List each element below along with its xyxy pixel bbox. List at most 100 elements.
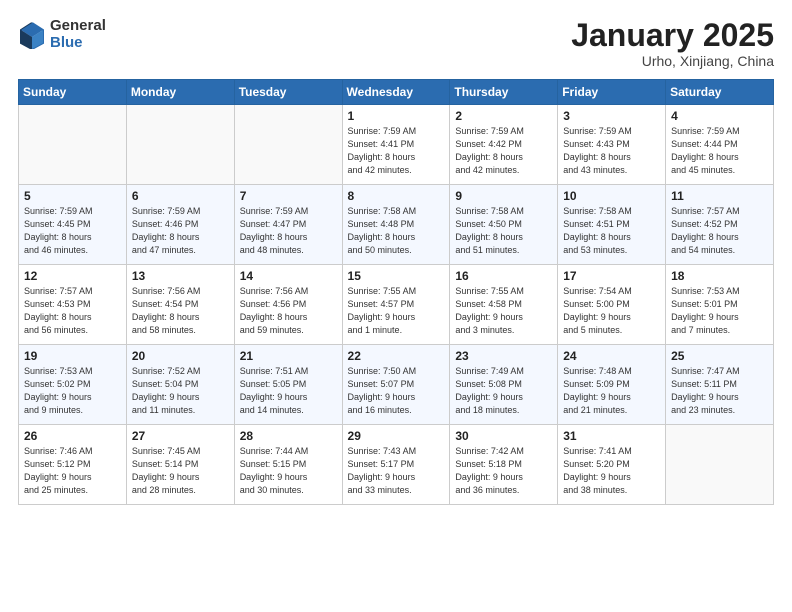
day-number: 30 [455,429,552,443]
day-number: 12 [24,269,121,283]
calendar-day-11: 11Sunrise: 7:57 AM Sunset: 4:52 PM Dayli… [666,185,774,265]
day-info: Sunrise: 7:59 AM Sunset: 4:45 PM Dayligh… [24,205,121,257]
day-number: 15 [348,269,445,283]
day-info: Sunrise: 7:55 AM Sunset: 4:58 PM Dayligh… [455,285,552,337]
logo-icon [18,21,46,49]
title-block: January 2025 Urho, Xinjiang, China [571,18,774,69]
day-number: 3 [563,109,660,123]
day-info: Sunrise: 7:43 AM Sunset: 5:17 PM Dayligh… [348,445,445,497]
day-number: 20 [132,349,229,363]
day-number: 19 [24,349,121,363]
weekday-header-row: SundayMondayTuesdayWednesdayThursdayFrid… [19,80,774,105]
calendar-day-6: 6 Sunrise: 7:59 AM Sunset: 4:46 PM Daylig… [126,185,234,265]
calendar-day-23: 23 Sunrise: 7:49 AM Sunset: 5:08 PM Dayli… [450,345,558,425]
day-info: Sunrise: 7:58 AM Sunset: 4:50 PM Dayligh… [455,205,552,257]
day-number: 5 [24,189,121,203]
day-number: 29 [348,429,445,443]
location: Urho, Xinjiang, China [571,53,774,69]
calendar-day-19: 19 Sunrise: 7:53 AM Sunset: 5:02 PM Dayli… [19,345,127,425]
calendar-day-24: 24Sunrise: 7:48 AM Sunset: 5:09 PM Dayli… [558,345,666,425]
day-info: Sunrise: 7:57 AM Sunset: 4:53 PM Dayligh… [24,285,121,337]
day-number: 1 [348,109,445,123]
calendar-day-27: 27Sunrise: 7:45 AM Sunset: 5:14 PM Dayli… [126,425,234,505]
day-number: 18 [671,269,768,283]
day-number: 10 [563,189,660,203]
calendar-week-row: 5 Sunrise: 7:59 AM Sunset: 4:45 PM Daylig… [19,185,774,265]
calendar-week-row: 26Sunrise: 7:46 AM Sunset: 5:12 PM Dayli… [19,425,774,505]
weekday-header-monday: Monday [126,80,234,105]
calendar-day-4: 4 Sunrise: 7:59 AM Sunset: 4:44 PM Daylig… [666,105,774,185]
calendar-week-row: 19 Sunrise: 7:53 AM Sunset: 5:02 PM Dayli… [19,345,774,425]
calendar-day-22: 22Sunrise: 7:50 AM Sunset: 5:07 PM Dayli… [342,345,450,425]
day-number: 23 [455,349,552,363]
month-title: January 2025 [571,18,774,53]
calendar-day-21: 21Sunrise: 7:51 AM Sunset: 5:05 PM Dayli… [234,345,342,425]
day-number: 17 [563,269,660,283]
day-info: Sunrise: 7:49 AM Sunset: 5:08 PM Dayligh… [455,365,552,417]
day-number: 28 [240,429,337,443]
calendar-day-empty [126,105,234,185]
day-number: 13 [132,269,229,283]
day-number: 9 [455,189,552,203]
day-number: 31 [563,429,660,443]
day-info: Sunrise: 7:59 AM Sunset: 4:44 PM Dayligh… [671,125,768,177]
calendar-day-12: 12 Sunrise: 7:57 AM Sunset: 4:53 PM Dayli… [19,265,127,345]
page-header: General Blue January 2025 Urho, Xinjiang… [18,18,774,69]
day-number: 4 [671,109,768,123]
calendar-day-18: 18 Sunrise: 7:53 AM Sunset: 5:01 PM Dayli… [666,265,774,345]
weekday-header-friday: Friday [558,80,666,105]
calendar-day-13: 13 Sunrise: 7:56 AM Sunset: 4:54 PM Dayli… [126,265,234,345]
logo: General Blue [18,18,106,51]
day-info: Sunrise: 7:51 AM Sunset: 5:05 PM Dayligh… [240,365,337,417]
day-number: 26 [24,429,121,443]
calendar-day-15: 15 Sunrise: 7:55 AM Sunset: 4:57 PM Dayli… [342,265,450,345]
logo-blue: Blue [50,35,106,52]
day-info: Sunrise: 7:57 AM Sunset: 4:52 PM Dayligh… [671,205,768,257]
day-number: 7 [240,189,337,203]
day-number: 8 [348,189,445,203]
day-info: Sunrise: 7:47 AM Sunset: 5:11 PM Dayligh… [671,365,768,417]
weekday-header-tuesday: Tuesday [234,80,342,105]
day-info: Sunrise: 7:58 AM Sunset: 4:48 PM Dayligh… [348,205,445,257]
day-info: Sunrise: 7:48 AM Sunset: 5:09 PM Dayligh… [563,365,660,417]
day-info: Sunrise: 7:56 AM Sunset: 4:54 PM Dayligh… [132,285,229,337]
day-info: Sunrise: 7:53 AM Sunset: 5:02 PM Dayligh… [24,365,121,417]
logo-text: General Blue [50,18,106,51]
calendar-day-empty [234,105,342,185]
calendar-day-8: 8 Sunrise: 7:58 AM Sunset: 4:48 PM Daylig… [342,185,450,265]
day-info: Sunrise: 7:56 AM Sunset: 4:56 PM Dayligh… [240,285,337,337]
calendar-day-14: 14Sunrise: 7:56 AM Sunset: 4:56 PM Dayli… [234,265,342,345]
calendar-day-empty [19,105,127,185]
calendar-day-25: 25Sunrise: 7:47 AM Sunset: 5:11 PM Dayli… [666,345,774,425]
day-info: Sunrise: 7:59 AM Sunset: 4:47 PM Dayligh… [240,205,337,257]
day-info: Sunrise: 7:53 AM Sunset: 5:01 PM Dayligh… [671,285,768,337]
calendar-day-3: 3Sunrise: 7:59 AM Sunset: 4:43 PM Daylig… [558,105,666,185]
calendar-day-17: 17 Sunrise: 7:54 AM Sunset: 5:00 PM Dayli… [558,265,666,345]
day-info: Sunrise: 7:59 AM Sunset: 4:42 PM Dayligh… [455,125,552,177]
day-info: Sunrise: 7:42 AM Sunset: 5:18 PM Dayligh… [455,445,552,497]
calendar-day-10: 10 Sunrise: 7:58 AM Sunset: 4:51 PM Dayli… [558,185,666,265]
calendar-day-30: 30 Sunrise: 7:42 AM Sunset: 5:18 PM Dayli… [450,425,558,505]
day-info: Sunrise: 7:55 AM Sunset: 4:57 PM Dayligh… [348,285,445,337]
day-info: Sunrise: 7:45 AM Sunset: 5:14 PM Dayligh… [132,445,229,497]
day-info: Sunrise: 7:59 AM Sunset: 4:46 PM Dayligh… [132,205,229,257]
day-number: 2 [455,109,552,123]
calendar-day-7: 7 Sunrise: 7:59 AM Sunset: 4:47 PM Daylig… [234,185,342,265]
day-number: 22 [348,349,445,363]
calendar-day-31: 31 Sunrise: 7:41 AM Sunset: 5:20 PM Dayli… [558,425,666,505]
calendar-week-row: 1 Sunrise: 7:59 AM Sunset: 4:41 PM Daylig… [19,105,774,185]
logo-general: General [50,18,106,35]
calendar-table: SundayMondayTuesdayWednesdayThursdayFrid… [18,79,774,505]
day-info: Sunrise: 7:59 AM Sunset: 4:41 PM Dayligh… [348,125,445,177]
page-container: General Blue January 2025 Urho, Xinjiang… [0,0,792,515]
weekday-header-thursday: Thursday [450,80,558,105]
calendar-day-28: 28 Sunrise: 7:44 AM Sunset: 5:15 PM Dayli… [234,425,342,505]
day-info: Sunrise: 7:41 AM Sunset: 5:20 PM Dayligh… [563,445,660,497]
day-info: Sunrise: 7:58 AM Sunset: 4:51 PM Dayligh… [563,205,660,257]
day-info: Sunrise: 7:44 AM Sunset: 5:15 PM Dayligh… [240,445,337,497]
calendar-day-5: 5 Sunrise: 7:59 AM Sunset: 4:45 PM Daylig… [19,185,127,265]
day-number: 6 [132,189,229,203]
day-info: Sunrise: 7:54 AM Sunset: 5:00 PM Dayligh… [563,285,660,337]
calendar-day-9: 9 Sunrise: 7:58 AM Sunset: 4:50 PM Daylig… [450,185,558,265]
calendar-day-26: 26Sunrise: 7:46 AM Sunset: 5:12 PM Dayli… [19,425,127,505]
